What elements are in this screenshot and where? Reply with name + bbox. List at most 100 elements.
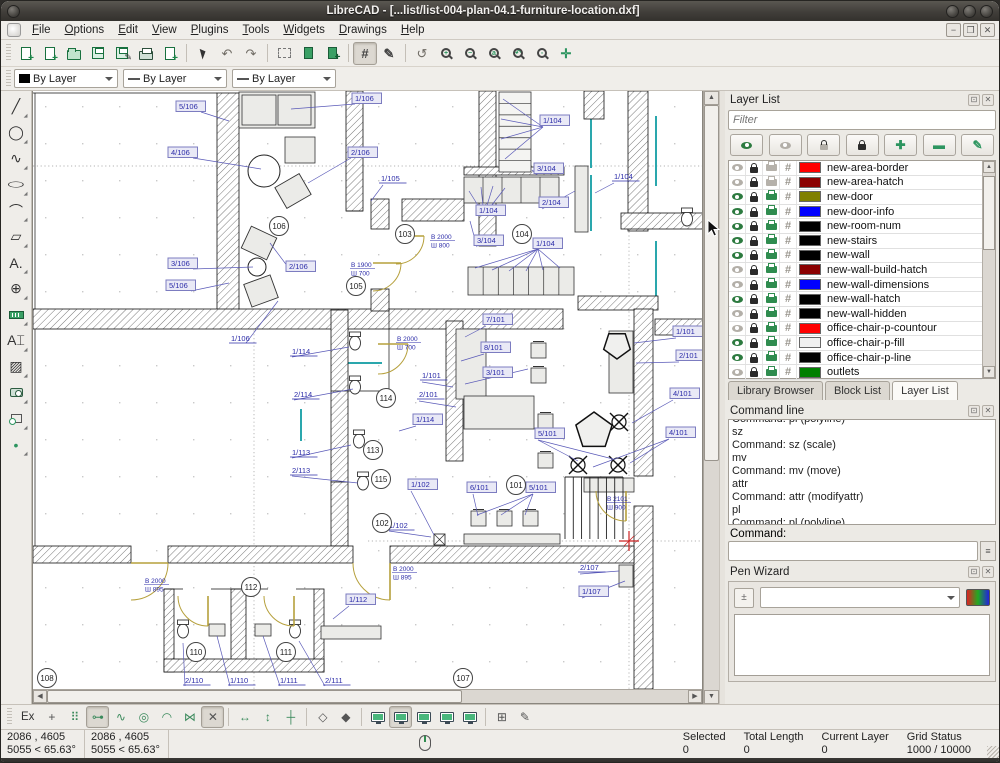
layer-construction-cell[interactable]: # xyxy=(780,263,797,277)
save-as-button[interactable] xyxy=(110,42,134,65)
scroll-right-icon[interactable]: ▶ xyxy=(688,690,702,703)
snap-exclusive-button[interactable]: Ex xyxy=(15,711,40,723)
width-combo[interactable]: By Layer xyxy=(123,69,227,88)
layer-visibility-cell[interactable] xyxy=(729,351,746,365)
layer-construction-cell[interactable]: # xyxy=(780,292,797,306)
view-2-button[interactable] xyxy=(389,706,412,728)
add-entity-button[interactable]: ✎ xyxy=(513,706,536,728)
dimension-tool[interactable]: A. xyxy=(4,250,29,275)
deselect-all-button[interactable] xyxy=(296,42,320,65)
circle-tool[interactable]: ◯ xyxy=(4,120,29,145)
float-panel-icon[interactable]: ⊡ xyxy=(968,94,980,106)
layer-construction-cell[interactable]: # xyxy=(780,190,797,204)
unlock-all-layers-button[interactable] xyxy=(807,134,840,156)
layer-row[interactable]: #new-room-num xyxy=(729,219,982,234)
layer-visibility-cell[interactable] xyxy=(729,161,746,175)
print-button[interactable] xyxy=(134,42,158,65)
menu-plugins[interactable]: Plugins xyxy=(184,23,236,37)
layer-construction-cell[interactable]: # xyxy=(780,307,797,321)
child-minimize-button[interactable]: − xyxy=(946,23,961,37)
new-drawing-button[interactable] xyxy=(14,42,38,65)
layer-color-swatch[interactable] xyxy=(799,191,821,202)
layer-color-swatch[interactable] xyxy=(799,206,821,217)
layer-lock-cell[interactable] xyxy=(746,292,763,306)
layer-lock-cell[interactable] xyxy=(746,278,763,292)
layer-construction-cell[interactable]: # xyxy=(780,351,797,365)
close-panel-icon[interactable]: ✕ xyxy=(982,566,994,578)
remove-layer-button[interactable]: ▬ xyxy=(923,134,956,156)
child-restore-button[interactable]: ❐ xyxy=(963,23,978,37)
layer-visibility-cell[interactable] xyxy=(729,278,746,292)
layer-visibility-cell[interactable] xyxy=(729,190,746,204)
open-button[interactable] xyxy=(62,42,86,65)
command-history[interactable]: Command: pl (polyline)szCommand: sz (sca… xyxy=(728,419,996,525)
layer-lock-cell[interactable] xyxy=(746,161,763,175)
layer-row[interactable]: #new-door-info xyxy=(729,205,982,220)
layer-row[interactable]: #new-stairs xyxy=(729,234,982,249)
layer-scroll-down-icon[interactable]: ▼ xyxy=(983,366,995,378)
snap-intersection-button[interactable]: ✕ xyxy=(201,706,224,728)
layer-color-swatch[interactable] xyxy=(799,308,821,319)
snap-distance-button[interactable]: ⋈ xyxy=(178,706,201,728)
layer-color-swatch[interactable] xyxy=(799,279,821,290)
layer-visibility-cell[interactable] xyxy=(729,336,746,350)
snap-endpoint-button[interactable]: ⊶ xyxy=(86,706,109,728)
layer-visibility-cell[interactable] xyxy=(729,292,746,306)
measure-tool[interactable] xyxy=(4,302,29,327)
block-tool[interactable] xyxy=(4,406,29,431)
restrict-orthogonal-button[interactable]: ┼ xyxy=(279,706,302,728)
image-tool[interactable] xyxy=(4,380,29,405)
menu-drawings[interactable]: Drawings xyxy=(332,23,394,37)
layer-lock-cell[interactable] xyxy=(746,322,763,336)
grid-toggle-button[interactable]: # xyxy=(353,42,377,65)
layer-row[interactable]: #new-area-border xyxy=(729,161,982,176)
tab-block-list[interactable]: Block List xyxy=(825,381,890,400)
menu-edit[interactable]: Edit xyxy=(111,23,145,37)
scroll-up-icon[interactable]: ▲ xyxy=(704,91,719,105)
horizontal-scroll-thumb[interactable] xyxy=(47,690,462,703)
add-block-button[interactable]: ⊞ xyxy=(490,706,513,728)
new-from-template-button[interactable] xyxy=(38,42,62,65)
layer-print-cell[interactable] xyxy=(763,249,780,263)
restrict-horizontal-button[interactable]: ↔ xyxy=(233,706,256,728)
layer-row[interactable]: #new-wall xyxy=(729,249,982,264)
layer-print-cell[interactable] xyxy=(763,219,780,233)
redraw-button[interactable]: ↺ xyxy=(410,42,434,65)
layer-color-swatch[interactable] xyxy=(799,323,821,334)
layer-visibility-cell[interactable] xyxy=(729,307,746,321)
hatch-tool[interactable]: ▨ xyxy=(4,354,29,379)
float-panel-icon[interactable]: ⊡ xyxy=(968,405,980,417)
layer-lock-cell[interactable] xyxy=(746,234,763,248)
pen-favorites-list[interactable] xyxy=(734,614,990,676)
layer-construction-cell[interactable]: # xyxy=(780,176,797,190)
command-input[interactable] xyxy=(728,541,978,561)
layer-lock-cell[interactable] xyxy=(746,176,763,190)
resize-grip[interactable] xyxy=(987,746,999,758)
redo-button[interactable]: ↷ xyxy=(239,42,263,65)
modify-layer-button[interactable]: ✎ xyxy=(961,134,994,156)
layer-color-swatch[interactable] xyxy=(799,367,821,378)
modify-tool[interactable]: ⊕ xyxy=(4,276,29,301)
menu-widgets[interactable]: Widgets xyxy=(276,23,332,37)
select-tool[interactable]: ▱ xyxy=(4,224,29,249)
view-4-button[interactable] xyxy=(435,706,458,728)
draft-mode-button[interactable]: ✎ xyxy=(377,42,401,65)
child-close-button[interactable]: ✕ xyxy=(980,23,995,37)
layer-print-cell[interactable] xyxy=(763,190,780,204)
show-all-layers-button[interactable] xyxy=(730,134,763,156)
layer-row[interactable]: #office-chair-p-line xyxy=(729,351,982,366)
pointer-button[interactable] xyxy=(191,42,215,65)
layer-row[interactable]: #new-wall-dimensions xyxy=(729,278,982,293)
layer-construction-cell[interactable]: # xyxy=(780,336,797,350)
layer-filter-input[interactable] xyxy=(728,110,996,130)
layer-construction-cell[interactable]: # xyxy=(780,234,797,248)
layer-color-swatch[interactable] xyxy=(799,177,821,188)
tab-layer-list[interactable]: Layer List xyxy=(892,381,958,400)
select-window-button[interactable] xyxy=(272,42,296,65)
menu-help[interactable]: Help xyxy=(394,23,432,37)
layer-visibility-cell[interactable] xyxy=(729,219,746,233)
undo-button[interactable]: ↶ xyxy=(215,42,239,65)
layer-lock-cell[interactable] xyxy=(746,190,763,204)
pen-favorites-combo[interactable] xyxy=(760,587,960,608)
layer-print-cell[interactable] xyxy=(763,234,780,248)
